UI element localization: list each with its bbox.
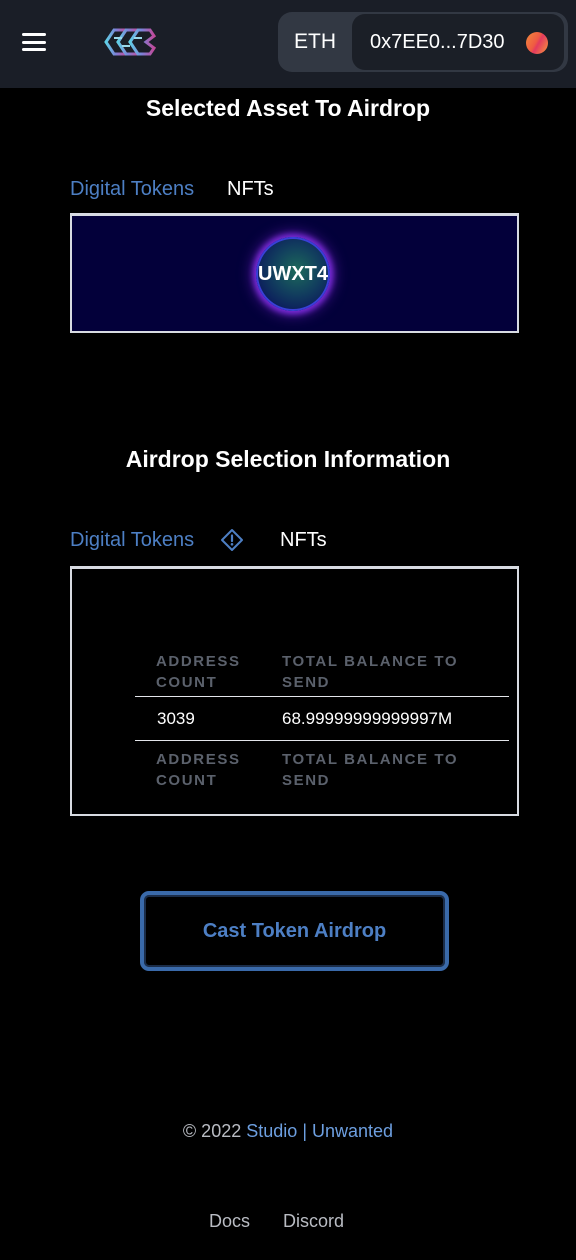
total-balance-value: 68.99999999999997M [282, 709, 453, 728]
token-symbol: UWXT4 [258, 263, 328, 285]
tab-nfts[interactable]: NFTs [280, 529, 327, 552]
tab-digital-tokens[interactable]: Digital Tokens [70, 529, 194, 552]
cast-token-airdrop-button[interactable]: Cast Token Airdrop [140, 891, 449, 971]
selected-asset-title: Selected Asset To Airdrop [145, 95, 431, 121]
docs-link[interactable]: Docs [209, 1211, 250, 1232]
address-count-value: 3039 [157, 709, 195, 728]
cast-token-airdrop-label: Cast Token Airdrop [202, 920, 387, 942]
airdrop-info-panel: ADDRESS COUNT TOTAL BALANCE TO SEND 3039 6… [70, 566, 519, 816]
airdrop-info-title: Airdrop Selection Information [125, 446, 451, 472]
studio-link[interactable]: Studio [246, 1121, 297, 1141]
column-footer-total-balance: TOTAL BALANCE TO SEND [282, 751, 459, 789]
separator: | [302, 1121, 307, 1141]
copyright-notice: © 2022 Studio | Unwanted [182, 1121, 394, 1141]
page: ETH 0x7EE0...7D30 Selected Asset To Aird… [0, 0, 576, 1260]
token-coin-icon[interactable]: UWXT4 [256, 237, 330, 311]
account-avatar-icon [526, 32, 548, 54]
column-footer-address-count: ADDRESS COUNT [156, 751, 241, 789]
column-header-total-balance: TOTAL BALANCE TO SEND [282, 653, 459, 691]
top-navbar: ETH 0x7EE0...7D30 [0, 0, 576, 88]
unwanted-link[interactable]: Unwanted [312, 1121, 393, 1141]
table-divider [135, 740, 509, 741]
network-button[interactable]: ETH [294, 12, 336, 72]
column-header-address-count: ADDRESS COUNT [156, 653, 241, 691]
account-address: 0x7EE0...7D30 [370, 31, 505, 53]
tab-digital-tokens[interactable]: Digital Tokens [70, 178, 194, 201]
tab-nfts[interactable]: NFTs [227, 178, 274, 201]
wallet-connector: ETH 0x7EE0...7D30 [278, 12, 568, 72]
discord-link[interactable]: Discord [283, 1211, 344, 1232]
account-button[interactable]: 0x7EE0...7D30 [352, 14, 564, 70]
info-diamond-icon[interactable] [220, 528, 244, 552]
table-divider [135, 696, 509, 697]
hamburger-menu-icon[interactable] [22, 33, 46, 51]
selected-asset-panel: UWXT4 [70, 213, 519, 333]
brand-logo[interactable] [100, 24, 156, 60]
